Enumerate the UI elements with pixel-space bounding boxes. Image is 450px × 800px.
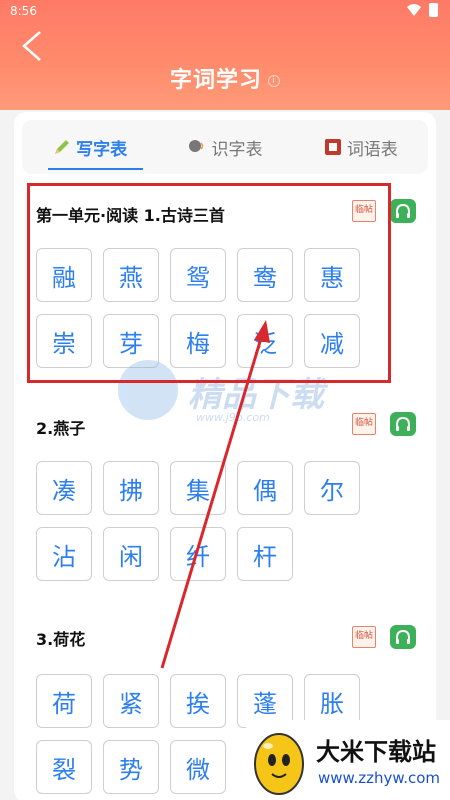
char-cell[interactable]: 紧 xyxy=(103,674,159,728)
brand-name: 大米下载站 xyxy=(316,738,436,766)
watermark-url: www.j9p.com xyxy=(196,411,270,424)
char-cell[interactable]: 凑 xyxy=(36,461,92,515)
char-grid: 凑 拂 集 偶 尔 沾 闲 纤 杆 xyxy=(36,461,360,581)
chevron-left-icon xyxy=(22,31,41,61)
char-cell[interactable]: 荷 xyxy=(36,674,92,728)
char-cell[interactable]: 裂 xyxy=(36,740,92,794)
char-cell[interactable]: 尔 xyxy=(304,461,360,515)
headphones-icon xyxy=(396,416,410,431)
char-cell[interactable]: 偶 xyxy=(237,461,293,515)
brand-url: www.zzhyw.com xyxy=(318,769,441,787)
char-cell[interactable]: 集 xyxy=(170,461,226,515)
char-cell[interactable]: 闲 xyxy=(103,527,159,581)
char-cell[interactable]: 拂 xyxy=(103,461,159,515)
page-title-text: 字词学习 xyxy=(169,68,262,93)
info-icon[interactable]: i xyxy=(268,75,280,87)
status-icons xyxy=(407,3,438,17)
wifi-icon xyxy=(407,4,421,16)
lesson-title: 2.燕子 xyxy=(36,419,86,438)
char-cell[interactable]: 纤 xyxy=(170,527,226,581)
char-cell[interactable]: 挨 xyxy=(170,674,226,728)
tab-label: 识字表 xyxy=(211,139,263,160)
char-cell[interactable]: 杆 xyxy=(237,527,293,581)
tab-vocabulary[interactable]: 词语表 xyxy=(293,120,428,174)
audio-button[interactable] xyxy=(390,625,416,649)
page-title: 字词学习 i xyxy=(0,62,450,94)
tab-label: 写字表 xyxy=(76,139,128,160)
audio-button[interactable] xyxy=(390,199,416,223)
annotation-highlight-box xyxy=(27,183,391,383)
char-cell[interactable]: 势 xyxy=(103,740,159,794)
egg-mascot-icon xyxy=(254,733,304,795)
char-cell[interactable]: 沾 xyxy=(36,527,92,581)
char-cell[interactable]: 微 xyxy=(170,740,226,794)
audio-button[interactable] xyxy=(390,412,416,436)
status-bar: 8:56 xyxy=(0,0,450,24)
brand-watermark: 大米下载站 www.zzhyw.com xyxy=(246,720,450,800)
headphones-icon xyxy=(396,203,410,218)
battery-icon xyxy=(429,3,438,17)
tab-reading-chars[interactable]: 识字表 xyxy=(157,120,292,174)
speech-head-icon xyxy=(187,137,207,157)
lesson-title: 3.荷花 xyxy=(36,630,86,649)
tab-writing-chars[interactable]: 写字表 xyxy=(22,120,157,174)
headphones-icon xyxy=(396,629,410,644)
status-time: 8:56 xyxy=(10,4,37,18)
copy-practice-button[interactable]: 临帖 xyxy=(352,626,376,648)
tab-label: 词语表 xyxy=(346,139,398,160)
lesson-section: 2.燕子 临帖 凑 拂 集 偶 尔 沾 闲 纤 杆 xyxy=(22,405,428,605)
pencil-icon xyxy=(52,137,72,157)
vocab-book-icon xyxy=(323,137,343,157)
header: 字词学习 i xyxy=(0,24,450,110)
tab-bar: 写字表 识字表 词语表 xyxy=(22,120,428,174)
